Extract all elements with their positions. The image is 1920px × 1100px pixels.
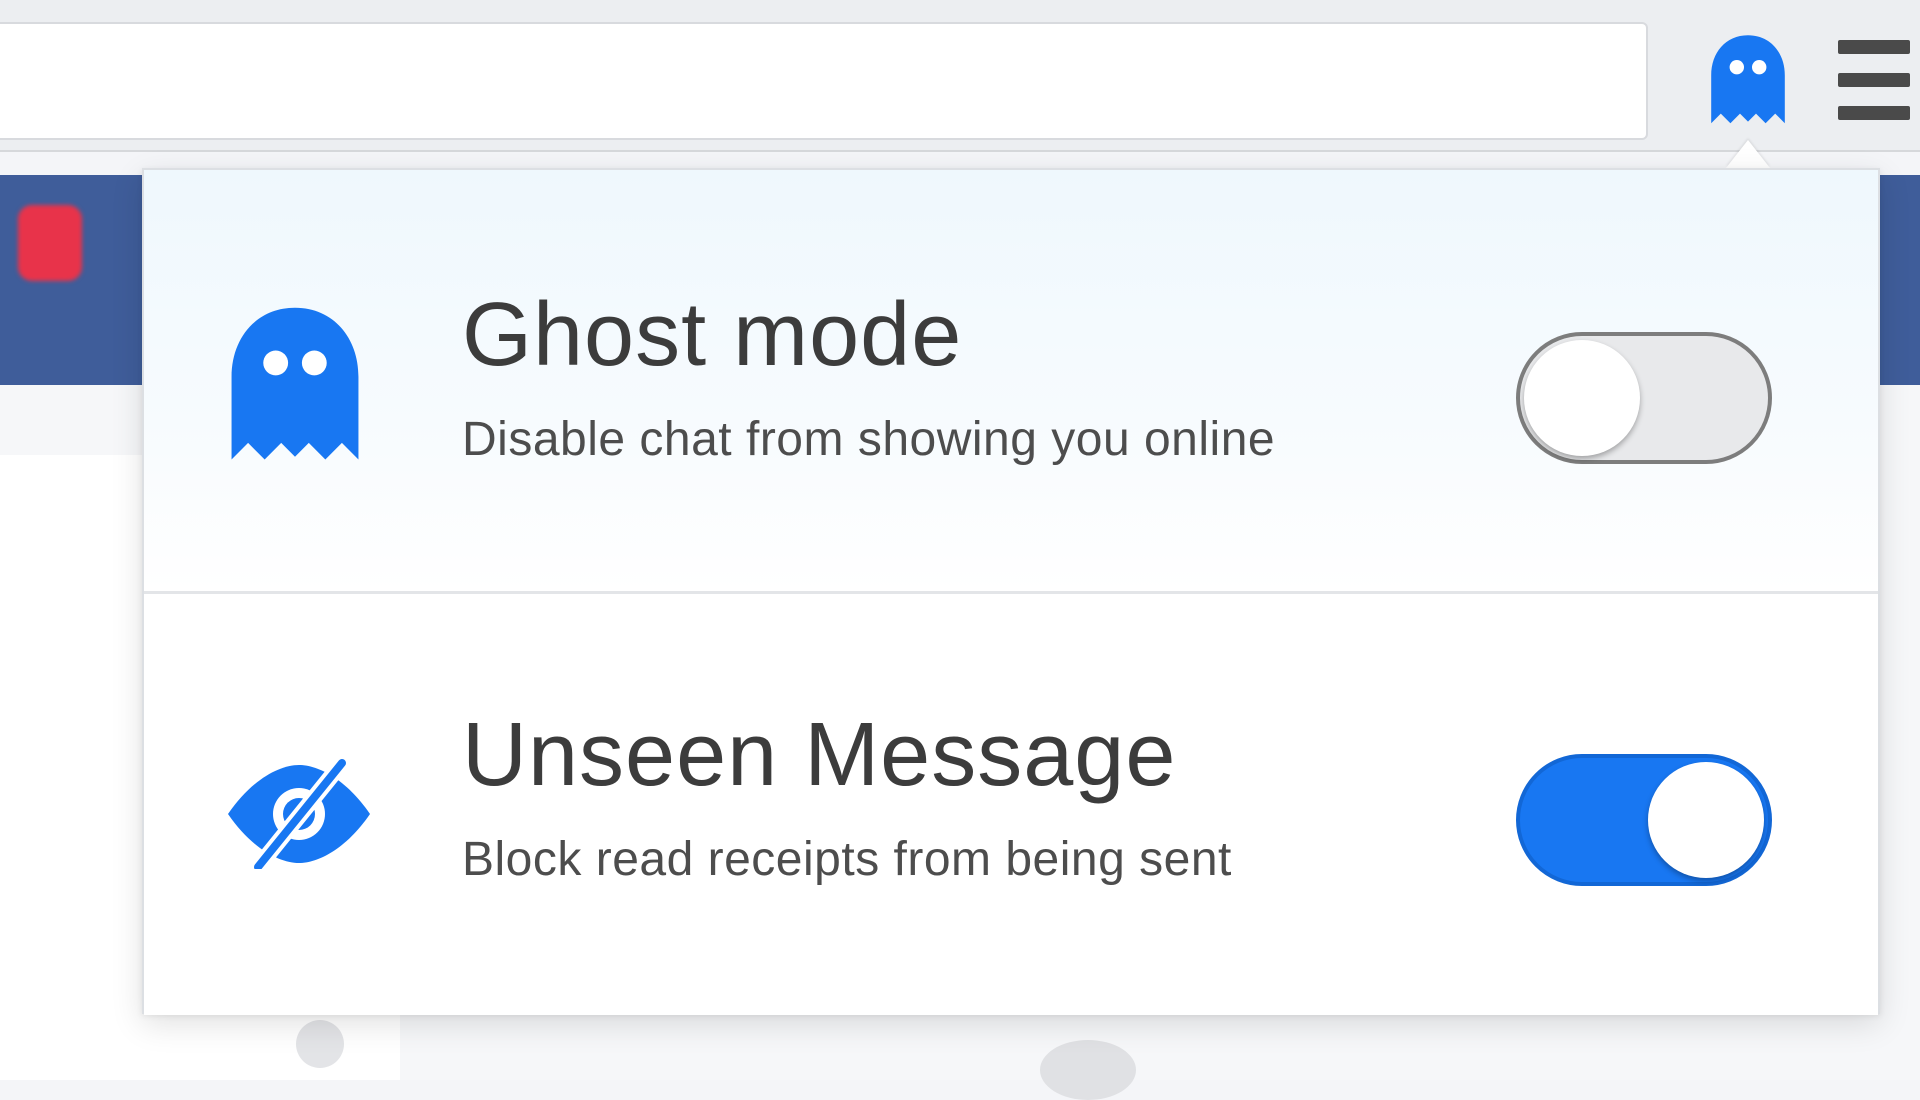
page-avatar-placeholder (296, 1020, 344, 1068)
extension-popup: Ghost mode Disable chat from showing you… (142, 168, 1880, 1015)
browser-toolbar (0, 0, 1920, 152)
hamburger-menu-icon[interactable] (1838, 40, 1910, 120)
toggle-knob (1648, 762, 1764, 878)
menu-bar (1838, 40, 1910, 54)
ghost-mode-toggle[interactable] (1516, 332, 1772, 464)
menu-bar (1838, 106, 1910, 120)
ghost-extension-button[interactable] (1700, 28, 1796, 132)
unseen-message-text: Unseen Message Block read receipts from … (462, 710, 1232, 884)
option-title: Ghost mode (462, 285, 963, 385)
popup-arrow (1726, 140, 1770, 168)
address-bar[interactable] (0, 22, 1648, 140)
menu-bar (1838, 73, 1910, 87)
toggle-knob (1524, 340, 1640, 456)
option-title: Unseen Message (462, 705, 1177, 805)
ghost-icon (224, 305, 366, 465)
eye-slash-icon (224, 755, 370, 919)
notification-badge (18, 205, 82, 281)
ghost-mode-option: Ghost mode Disable chat from showing you… (144, 170, 1878, 594)
unseen-message-toggle[interactable] (1516, 754, 1772, 886)
option-description: Block read receipts from being sent (462, 833, 1232, 886)
page-avatar-placeholder (1040, 1040, 1136, 1100)
ghost-icon (1711, 35, 1785, 124)
unseen-message-option: Unseen Message Block read receipts from … (144, 594, 1878, 1015)
ghost-mode-text: Ghost mode Disable chat from showing you… (462, 290, 1275, 464)
option-description: Disable chat from showing you online (462, 413, 1276, 466)
